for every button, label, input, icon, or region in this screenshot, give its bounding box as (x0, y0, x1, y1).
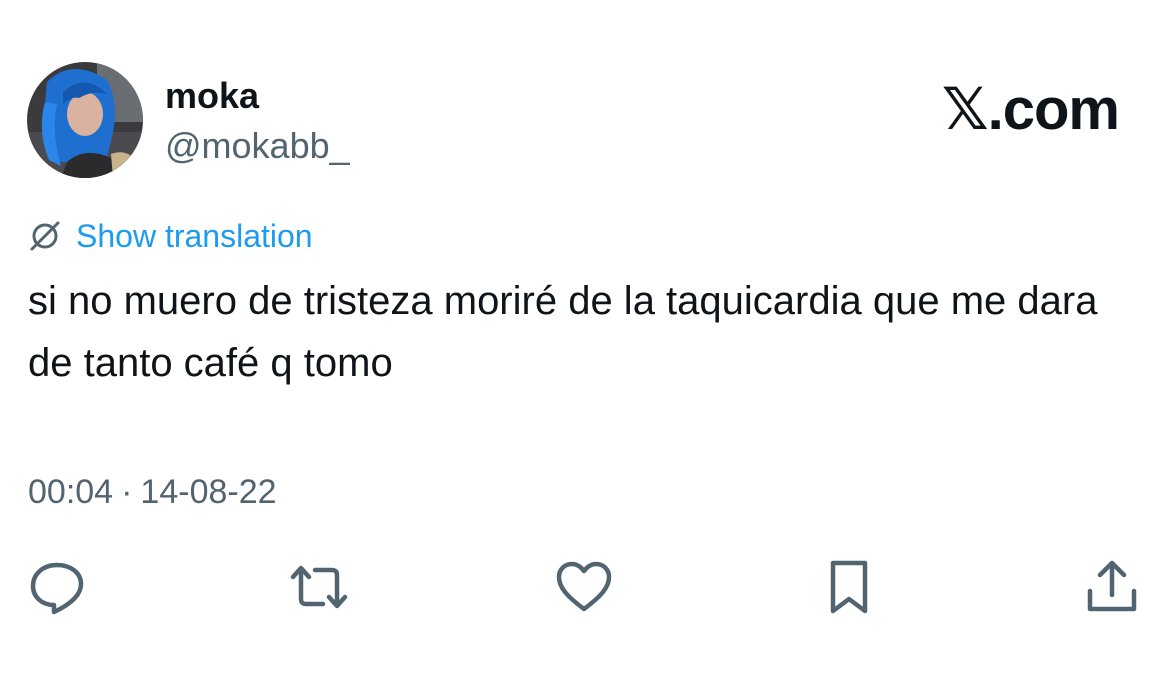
like-icon (554, 559, 614, 615)
show-translation-link[interactable]: Show translation (28, 214, 313, 258)
bookmark-button[interactable] (817, 555, 881, 619)
like-button[interactable] (552, 555, 616, 619)
translate-icon (28, 219, 62, 253)
author-display-name[interactable]: moka (165, 74, 259, 118)
reply-button[interactable] (25, 555, 89, 619)
reply-icon (29, 559, 85, 615)
share-icon (1084, 557, 1140, 617)
share-button[interactable] (1080, 555, 1144, 619)
tweet-actions-bar (0, 555, 1169, 625)
timestamp-separator: · (121, 473, 133, 511)
author-handle[interactable]: @mokabb_ (165, 124, 350, 168)
show-translation-label: Show translation (76, 217, 313, 254)
tweet-time: 00:04 (28, 473, 114, 511)
tweet-text: si no muero de tristeza moriré de la taq… (28, 279, 1098, 385)
avatar[interactable] (27, 62, 143, 178)
brand-logo: 𝕏.com (941, 77, 1120, 142)
retweet-button[interactable] (287, 555, 351, 619)
tweet-timestamp[interactable]: 00:04 · 14-08-22 (28, 470, 277, 514)
bookmark-icon (825, 557, 873, 617)
tweet-date: 14-08-22 (140, 473, 277, 511)
retweet-icon (287, 559, 351, 615)
